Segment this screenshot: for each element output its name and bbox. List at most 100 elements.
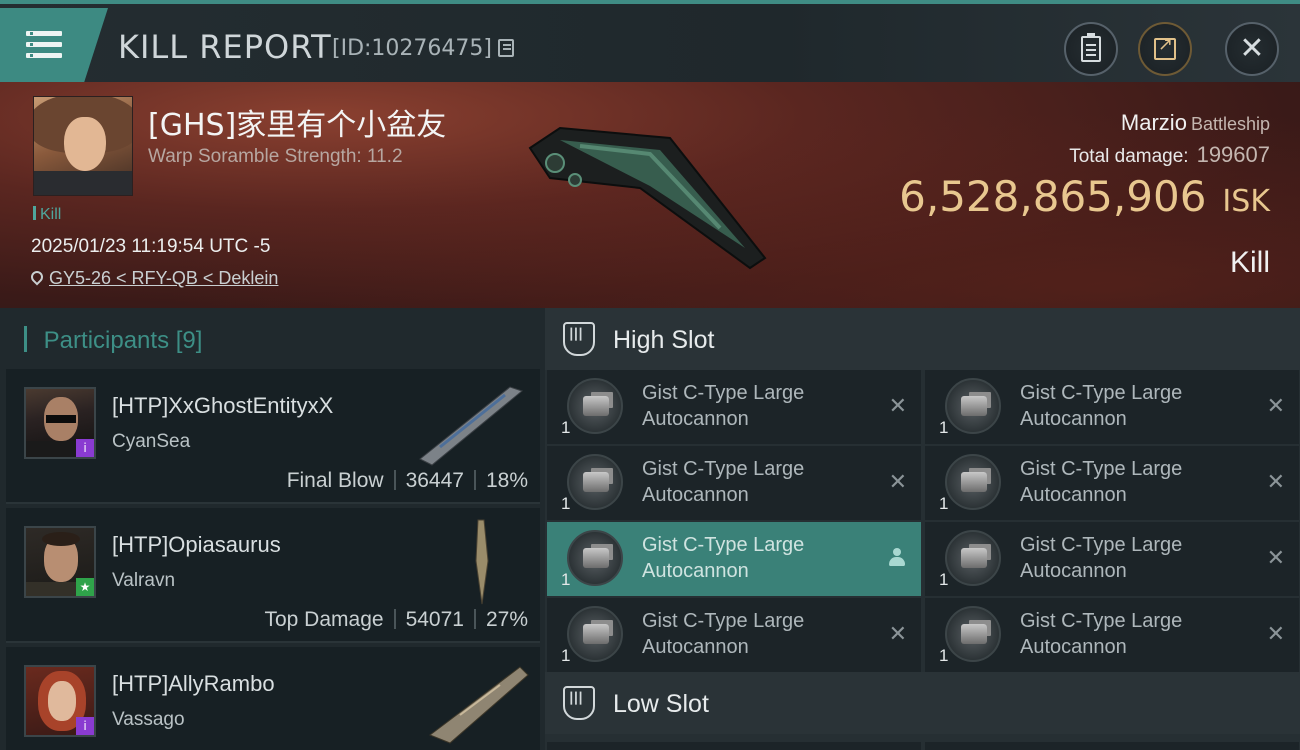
autocannon-icon [945, 454, 1001, 510]
isk-value: 6,528,865,906 ISK [899, 172, 1270, 221]
kill-datetime: 2025/01/23 11:19:54 UTC -5 [31, 236, 271, 257]
report-id-text: [ID:10276475] [332, 36, 492, 61]
menu-button[interactable] [0, 8, 108, 82]
participant-role: Top Damage [264, 608, 384, 631]
module-qty: 1 [939, 494, 949, 513]
fitting-panel: High Slot 1 Gist C-Type Large Autocannon… [545, 308, 1300, 750]
module-name: Gist C-Type Large Autocannon [1020, 382, 1183, 430]
autocannon-icon [945, 378, 1001, 434]
participant-corp: Vassago [112, 709, 185, 730]
participant-name[interactable]: [HTP]AllyRambo [112, 671, 275, 697]
victim-avatar[interactable] [33, 96, 133, 196]
destroyed-icon: ✕ [888, 470, 907, 495]
module-name: Gist C-Type Large Autocannon [1020, 534, 1183, 582]
low-slot-icon [563, 686, 595, 720]
result-label: Kill [1229, 246, 1270, 279]
module-qty: 1 [939, 418, 949, 437]
total-damage: Total damage: 199607 [1069, 142, 1270, 168]
victim-ship: Marzio Battleship [1121, 110, 1270, 136]
ship-class: Battleship [1190, 114, 1270, 134]
participant-name[interactable]: [HTP]XxGhostEntityxX [112, 393, 333, 419]
autocannon-icon [945, 530, 1001, 586]
module-item[interactable]: 1 Gist C-Type Large Autocannon ✕ [925, 446, 1299, 520]
module-item[interactable]: 1 Gist C-Type Large Autocannon ✕ [925, 598, 1299, 672]
module-qty: 1 [939, 570, 949, 589]
close-icon: ✕ [1239, 31, 1265, 66]
high-slot-title: High Slot [613, 326, 715, 354]
status-badge: i [76, 717, 94, 735]
close-button[interactable]: ✕ [1225, 22, 1279, 76]
module-qty: 1 [561, 418, 571, 437]
participant-stats: Top Damage 54071 27% [264, 608, 528, 632]
low-slot-title: Low Slot [613, 690, 709, 718]
participant-percent: 18% [485, 469, 528, 492]
module-item-partial[interactable] [547, 742, 921, 750]
ship-name[interactable]: Marzio [1121, 110, 1187, 135]
destroyed-icon: ✕ [1266, 394, 1285, 419]
share-icon [1154, 34, 1176, 60]
participant-ship-image [419, 386, 524, 466]
autocannon-icon [945, 606, 1001, 662]
participants-label: Participants [43, 327, 170, 354]
module-qty: 1 [561, 570, 571, 589]
participant-row[interactable]: i [HTP]AllyRambo Vassago [6, 647, 540, 750]
participant-avatar: ★ [24, 526, 96, 598]
hamburger-icon [26, 31, 62, 59]
participant-stats: Final Blow 36447 18% [287, 469, 528, 493]
report-id: [ID:10276475] [332, 36, 514, 61]
status-badge: ★ [76, 578, 94, 596]
participant-corp: CyanSea [112, 431, 191, 452]
module-item[interactable]: 1 Gist C-Type Large Autocannon ✕ [925, 370, 1299, 444]
victim-ship-image [528, 126, 767, 270]
copy-icon[interactable] [497, 39, 514, 57]
participant-row[interactable]: ★ [HTP]Opiasaurus Valravn Top Damage 5407… [6, 508, 540, 643]
autocannon-icon [567, 606, 623, 662]
person-icon [889, 548, 905, 568]
destroyed-icon: ✕ [888, 394, 907, 419]
module-name: Gist C-Type Large Autocannon [1020, 458, 1183, 506]
clipboard-icon [1081, 33, 1101, 62]
participants-header[interactable]: Participants [9] [24, 326, 203, 355]
high-slot-icon [563, 322, 595, 356]
autocannon-icon [567, 530, 623, 586]
participant-name[interactable]: [HTP]Opiasaurus [112, 532, 281, 558]
destroyed-icon: ✕ [1266, 546, 1285, 571]
participants-panel: Participants [9] i [HTP]XxGhostEntityxX … [0, 308, 545, 750]
participant-row[interactable]: i [HTP]XxGhostEntityxX CyanSea Final Blo… [6, 369, 540, 504]
location-pin-icon [28, 268, 46, 286]
autocannon-icon [567, 378, 623, 434]
share-button[interactable] [1138, 22, 1192, 76]
warp-scramble-strength: Warp Soramble Strength: 11.2 [148, 146, 403, 167]
status-badge: i [76, 439, 94, 457]
total-damage-label: Total damage: [1069, 146, 1189, 167]
module-name: Gist C-Type Large Autocannon [642, 458, 805, 506]
module-item[interactable]: 1 Gist C-Type Large Autocannon ✕ [547, 598, 921, 672]
participant-percent: 27% [485, 608, 528, 631]
module-item-partial[interactable] [925, 742, 1299, 750]
destroyed-icon: ✕ [1266, 470, 1285, 495]
module-name: Gist C-Type Large Autocannon [642, 534, 805, 582]
location-text[interactable]: GY5-26 < RFY-QB < Deklein [49, 268, 278, 288]
module-item[interactable]: 1 Gist C-Type Large Autocannon ✕ [547, 370, 921, 444]
module-qty: 1 [939, 646, 949, 665]
top-bar: KILL REPORT [ID:10276475] ✕ [0, 0, 1300, 82]
participant-ship-image [475, 519, 489, 605]
destroyed-icon: ✕ [888, 622, 907, 647]
autocannon-icon [567, 454, 623, 510]
module-item-selected[interactable]: 1 Gist C-Type Large Autocannon [547, 522, 921, 596]
participant-damage: 54071 [405, 608, 464, 631]
module-item[interactable]: 1 Gist C-Type Large Autocannon ✕ [547, 446, 921, 520]
participant-corp: Valravn [112, 570, 176, 591]
low-slot-header: Low Slot [545, 672, 1300, 734]
victim-name[interactable]: [GHS]家里有个小盆友 [148, 100, 446, 144]
kill-location-link[interactable]: GY5-26 < RFY-QB < Deklein [28, 268, 278, 289]
participant-ship-image [428, 666, 529, 744]
module-item[interactable]: 1 Gist C-Type Large Autocannon ✕ [925, 522, 1299, 596]
isk-amount: 6,528,865,906 [899, 172, 1207, 221]
clipboard-button[interactable] [1064, 22, 1118, 76]
kill-tag: Kill [33, 206, 61, 224]
total-damage-value: 199607 [1196, 142, 1270, 167]
participant-avatar: i [24, 387, 96, 459]
isk-unit: ISK [1222, 184, 1270, 219]
participant-avatar: i [24, 665, 96, 737]
